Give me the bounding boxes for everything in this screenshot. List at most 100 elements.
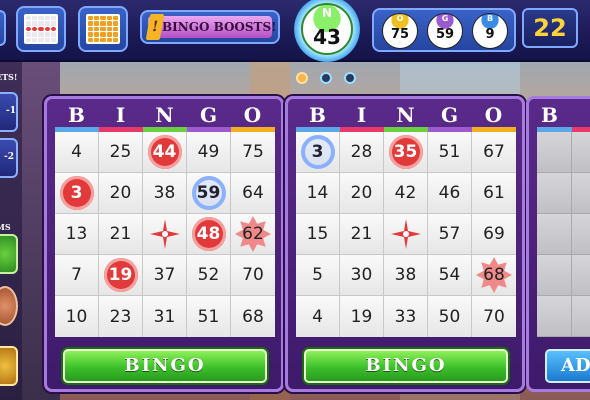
card-cell[interactable]: 19 bbox=[99, 255, 143, 296]
bingo-button[interactable]: BINGO bbox=[63, 349, 267, 383]
cell-number: 68 bbox=[483, 265, 505, 285]
card-cell[interactable]: 23 bbox=[99, 296, 143, 337]
previous-ball-number: 59 bbox=[435, 27, 455, 42]
boost-sidebar: ETS! -1 -2 MS bbox=[0, 62, 22, 400]
card-grid: 3 28 35 51 67 14 20 42 46 61 15 21 57 69 5 30 38 54 68 4 19 3… bbox=[296, 132, 516, 337]
pattern-line-button[interactable] bbox=[16, 6, 66, 52]
sidebar-powerup-1-label: -1 bbox=[6, 106, 16, 116]
card-cell[interactable]: 15 bbox=[296, 214, 340, 255]
card-cell[interactable]: 35 bbox=[384, 132, 428, 173]
cell-number: 64 bbox=[242, 183, 264, 203]
current-called-ball: N 43 bbox=[292, 0, 362, 62]
current-ball: N 43 bbox=[301, 3, 353, 55]
card-cell[interactable]: 21 bbox=[99, 214, 143, 255]
bingo-card-3-partial: B AD bbox=[526, 96, 590, 392]
cell-number: 20 bbox=[350, 183, 373, 203]
card-cell[interactable]: 7 bbox=[55, 255, 99, 296]
card-cell[interactable]: 46 bbox=[428, 173, 472, 214]
cell-number: 14 bbox=[306, 183, 329, 203]
previous-ball: O 75 bbox=[382, 13, 418, 49]
card-cell[interactable]: 57 bbox=[428, 214, 472, 255]
card-cell[interactable]: 3 bbox=[55, 173, 99, 214]
cell-number: 13 bbox=[65, 224, 88, 244]
previous-ball-number: 9 bbox=[485, 27, 495, 42]
card-cell[interactable]: 20 bbox=[340, 173, 384, 214]
header-letter-i: I bbox=[115, 103, 127, 127]
card-cell[interactable]: 4 bbox=[296, 296, 340, 337]
card-cell[interactable]: 64 bbox=[231, 173, 275, 214]
cell-number: 52 bbox=[197, 265, 220, 285]
card-cell[interactable]: 4 bbox=[55, 132, 99, 173]
card-cell[interactable] bbox=[384, 214, 428, 255]
menu-button-partial[interactable] bbox=[0, 10, 6, 46]
card-cell[interactable]: 44 bbox=[143, 132, 187, 173]
cell-number: 21 bbox=[350, 224, 373, 244]
card-cell[interactable]: 51 bbox=[187, 296, 231, 337]
card-cell[interactable]: 68 bbox=[472, 255, 516, 296]
card-cell[interactable]: 52 bbox=[187, 255, 231, 296]
card-cell[interactable]: 67 bbox=[472, 132, 516, 173]
previous-ball-letter: O bbox=[396, 14, 404, 23]
card-cell[interactable]: 49 bbox=[187, 132, 231, 173]
free-space-star-icon bbox=[149, 219, 180, 249]
card-cell[interactable]: 69 bbox=[472, 214, 516, 255]
card-cell[interactable]: 51 bbox=[428, 132, 472, 173]
card-cell[interactable]: 25 bbox=[99, 132, 143, 173]
card-cell[interactable]: 75 bbox=[231, 132, 275, 173]
cell-number: 19 bbox=[350, 306, 373, 327]
card-cell[interactable]: 70 bbox=[231, 255, 275, 296]
card-cell[interactable]: 42 bbox=[384, 173, 428, 214]
header-letter-i: I bbox=[356, 103, 368, 127]
card-cell[interactable]: 3 bbox=[296, 132, 340, 173]
add-card-button[interactable]: AD bbox=[545, 349, 590, 383]
sidebar-powerup-2[interactable]: -2 bbox=[0, 138, 18, 178]
cell-number: 4 bbox=[312, 306, 323, 327]
page-dot[interactable] bbox=[344, 72, 356, 84]
card-cell[interactable]: 59 bbox=[187, 173, 231, 214]
card-cell[interactable]: 61 bbox=[472, 173, 516, 214]
card-cell[interactable]: 21 bbox=[340, 214, 384, 255]
bingo-boosts-button[interactable]: ! BINGO BOOSTS! bbox=[140, 10, 280, 44]
bingo-button[interactable]: BINGO bbox=[304, 349, 508, 383]
card-cell[interactable]: 28 bbox=[340, 132, 384, 173]
pattern-blackout-button[interactable] bbox=[78, 6, 128, 52]
page-dot[interactable] bbox=[296, 72, 308, 84]
previous-ball: B 9 bbox=[472, 13, 508, 49]
previous-balls-panel: O 75 G 59 B 9 bbox=[372, 8, 516, 52]
card-cell[interactable]: 38 bbox=[143, 173, 187, 214]
card-cell[interactable]: 30 bbox=[340, 255, 384, 296]
header-letter-b: B bbox=[68, 103, 86, 127]
card-cell[interactable]: 38 bbox=[384, 255, 428, 296]
header-letter-n: N bbox=[155, 103, 175, 127]
card-cell[interactable]: 5 bbox=[296, 255, 340, 296]
free-space-star-icon bbox=[390, 219, 421, 249]
cell-number: 57 bbox=[438, 224, 461, 244]
clover-icon[interactable] bbox=[0, 234, 18, 274]
card-cell[interactable]: 50 bbox=[428, 296, 472, 337]
horseshoe-icon[interactable] bbox=[0, 346, 18, 386]
card-cell[interactable]: 10 bbox=[55, 296, 99, 337]
header-letter-b: B bbox=[541, 103, 558, 127]
sidebar-powerup-2-label: -2 bbox=[4, 152, 14, 162]
card-cell[interactable]: 31 bbox=[143, 296, 187, 337]
card-cell[interactable]: 13 bbox=[55, 214, 99, 255]
page-dot[interactable] bbox=[320, 72, 332, 84]
card-cell[interactable]: 19 bbox=[340, 296, 384, 337]
card-cell[interactable]: 48 bbox=[187, 214, 231, 255]
card-cell[interactable]: 37 bbox=[143, 255, 187, 296]
card-cell[interactable]: 68 bbox=[231, 296, 275, 337]
card-cell[interactable]: 62 bbox=[231, 214, 275, 255]
card-cell[interactable] bbox=[143, 214, 187, 255]
cell-number: 3 bbox=[311, 142, 324, 162]
card-cell[interactable]: 14 bbox=[296, 173, 340, 214]
card-cell[interactable]: 20 bbox=[99, 173, 143, 214]
card-cell[interactable]: 70 bbox=[472, 296, 516, 337]
coin-icon[interactable] bbox=[0, 286, 18, 326]
cell-number: 20 bbox=[109, 183, 132, 203]
cell-number: 30 bbox=[350, 265, 373, 285]
card-cell[interactable]: 54 bbox=[428, 255, 472, 296]
sidebar-powerup-1[interactable]: -1 bbox=[0, 92, 18, 132]
card-cell[interactable]: 33 bbox=[384, 296, 428, 337]
header-letter-g: G bbox=[440, 103, 460, 127]
cell-number: 38 bbox=[153, 183, 176, 203]
